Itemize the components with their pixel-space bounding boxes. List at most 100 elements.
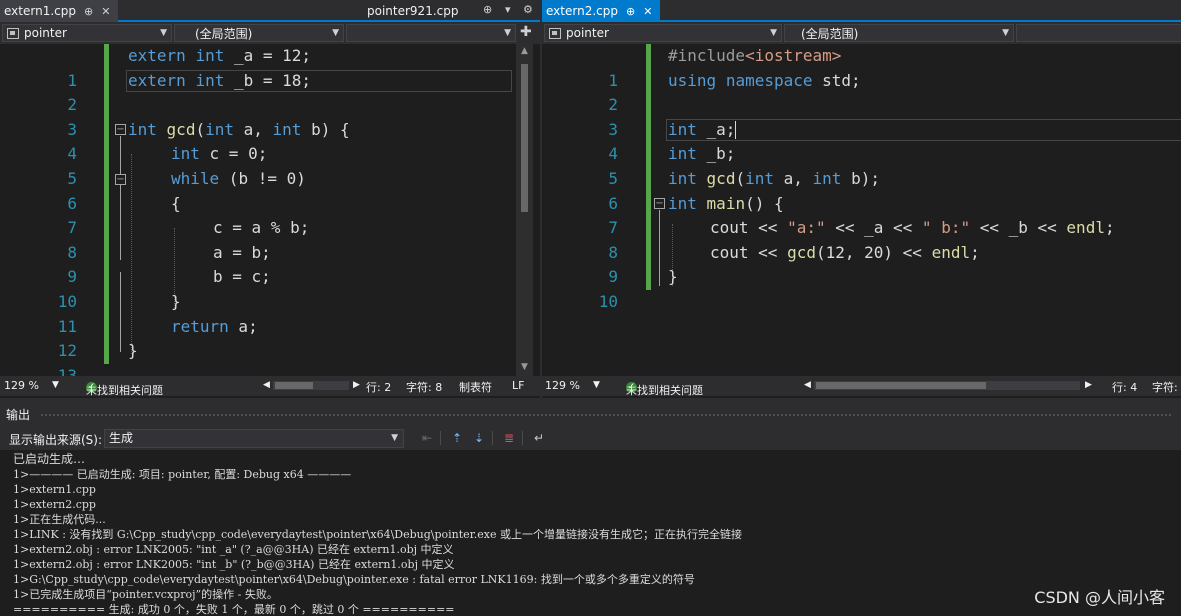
project-dropdown[interactable]: pointer ▼ (544, 24, 782, 42)
tab-label: extern2.cpp (546, 4, 618, 18)
code-line: 4 int gcd(int a, int b) { (0, 118, 540, 164)
scroll-left-icon[interactable]: ◀ (263, 380, 270, 390)
output-line: 1>G:\Cpp_study\cpp_code\everydaytest\poi… (13, 573, 695, 586)
code-text: ; (1104, 218, 1115, 238)
right-code-editor[interactable]: − 1 #include<iostream> 2 using namespace… (542, 44, 1181, 376)
left-code-editor[interactable]: − − 1 extern int _a = 12; 2 extern int _… (0, 44, 540, 385)
pin-icon[interactable]: ⊕ (84, 5, 93, 18)
scroll-right-icon[interactable]: ▶ (353, 380, 360, 390)
find-message-icon[interactable]: ⇤ (420, 431, 434, 445)
zoom-level[interactable]: 129 % (4, 379, 39, 392)
next-message-icon[interactable]: ⇣ (472, 431, 486, 445)
code-line: 10 } (542, 265, 1181, 311)
output-source-select[interactable]: 生成 ▼ (104, 429, 404, 448)
include-path: <iostream> (745, 46, 842, 65)
output-text-area[interactable]: 已启动生成… 1>———— 已启动生成: 项目: pointer, 配置: De… (0, 450, 1181, 616)
scroll-left-icon[interactable]: ◀ (804, 380, 811, 390)
panel-grip[interactable] (40, 413, 1171, 417)
code-text: b = c; (213, 267, 271, 287)
tab-extern2[interactable]: extern2.cpp ⊕ ✕ (542, 0, 660, 22)
code-line: 4 int _a; (542, 118, 1181, 163)
close-icon[interactable]: ✕ (101, 5, 110, 18)
scroll-down-icon[interactable]: ▼ (516, 362, 533, 372)
code-text: a = b; (213, 242, 271, 262)
code-text: (b != 0) (219, 169, 306, 188)
output-source-label: 显示输出来源(S): (9, 433, 103, 447)
indent-mode[interactable]: 制表符 (459, 379, 492, 395)
horizontal-scrollbar[interactable] (273, 381, 349, 390)
vertical-scrollbar[interactable]: ▲ ▼ (516, 44, 533, 376)
tab-pointer921[interactable]: pointer921.cpp (367, 0, 458, 22)
horizontal-scrollbar[interactable] (814, 381, 1080, 390)
output-line: 1>LINK : 没有找到 G:\Cpp_study\cpp_code\ever… (13, 528, 742, 541)
code-text: << (748, 242, 788, 262)
code-text: cout (710, 218, 749, 238)
code-text: _a; (696, 119, 736, 139)
code-line: 5 int c = 0; (0, 142, 540, 188)
code-line: 5 int _b; (542, 142, 1181, 188)
project-dropdown[interactable]: pointer ▼ (2, 24, 172, 42)
left-tab-bar: extern1.cpp ⊕ ✕ pointer921.cpp ⊕ ▾ ⚙ (0, 0, 540, 22)
previous-message-icon[interactable]: ⇡ (450, 431, 464, 445)
tab-list-dropdown-icon[interactable]: ▾ (505, 3, 511, 16)
output-line: 1>extern2.obj : error LNK2005: "int _a" … (13, 543, 454, 556)
scroll-up-icon[interactable]: ▲ (516, 46, 533, 56)
code-text: } (171, 292, 181, 311)
line-ending[interactable]: LF (512, 379, 524, 392)
code-text: () { (745, 193, 784, 213)
code-line: 3 (0, 93, 540, 139)
string-literal: "a:" (787, 218, 826, 238)
chevron-down-icon: ▼ (770, 28, 777, 38)
left-editor-pane: extern1.cpp ⊕ ✕ pointer921.cpp ⊕ ▾ ⚙ poi… (0, 0, 540, 398)
member-dropdown[interactable]: ▼ (346, 24, 516, 42)
code-text: << _a << (825, 218, 922, 238)
output-panel: 输出 显示输出来源(S): 生成 ▼ ⇤ ⇡ ⇣ ≣ ↵ 已启动生成… 1>——… (0, 398, 1181, 616)
keyword: int (272, 119, 302, 139)
pin-icon[interactable]: ⊕ (626, 5, 635, 18)
project-name: pointer (566, 26, 609, 40)
function-name: gcd (706, 169, 736, 188)
split-editor-icon[interactable]: ✚ (520, 24, 532, 40)
code-line: 7 int main() { (542, 192, 1181, 238)
code-text: } (668, 267, 678, 287)
line-number: 10 (598, 291, 618, 311)
clear-all-icon[interactable]: ≣ (502, 431, 516, 445)
code-line: 6 while (b != 0) (0, 167, 540, 213)
cursor-line[interactable]: 行: 4 (1112, 379, 1137, 395)
watermark: CSDN @人间小客 (1034, 588, 1165, 607)
output-line: 1>extern2.cpp (13, 498, 96, 511)
code-line: 10 b = c; (0, 265, 540, 311)
code-line: 13 } (0, 339, 540, 385)
chevron-down-icon: ▼ (1002, 28, 1009, 38)
scope-dropdown[interactable]: (全局范围) ▼ (784, 24, 1014, 42)
keyword: int (195, 70, 225, 90)
cursor-line[interactable]: 行: 2 (366, 379, 391, 395)
chevron-down-icon[interactable]: ▼ (52, 380, 59, 390)
chevron-down-icon[interactable]: ▼ (593, 380, 600, 390)
cursor-char[interactable]: 字符: 8 (406, 379, 442, 395)
scope-dropdown[interactable]: (全局范围) ▼ (174, 24, 344, 42)
scrollbar-thumb[interactable] (275, 382, 313, 389)
toolbar-separator (440, 431, 441, 445)
tab-label: pointer921.cpp (367, 4, 459, 18)
keyword: namespace (725, 70, 813, 90)
scrollbar-thumb[interactable] (816, 382, 986, 389)
word-wrap-icon[interactable]: ↵ (532, 431, 546, 445)
tab-extern1[interactable]: extern1.cpp ⊕ ✕ (0, 0, 118, 22)
keyword: int (668, 144, 697, 164)
scrollbar-thumb[interactable] (521, 64, 528, 212)
output-header[interactable]: 输出 (0, 398, 1181, 426)
code-text: a; (228, 316, 258, 336)
pin-icon[interactable]: ⊕ (483, 3, 492, 16)
output-toolbar: 显示输出来源(S): 生成 ▼ ⇤ ⇡ ⇣ ≣ ↵ (0, 426, 1181, 450)
code-text: ( (735, 169, 746, 188)
keyword: int (668, 193, 697, 213)
member-dropdown[interactable] (1016, 24, 1181, 42)
close-icon[interactable]: ✕ (643, 5, 652, 18)
function-name: gcd (787, 242, 816, 262)
code-text: _b; (696, 144, 736, 164)
gear-icon[interactable]: ⚙ (523, 3, 533, 16)
zoom-level[interactable]: 129 % (545, 379, 580, 392)
scroll-right-icon[interactable]: ▶ (1085, 380, 1092, 390)
cursor-char[interactable]: 字符: (1152, 379, 1178, 395)
